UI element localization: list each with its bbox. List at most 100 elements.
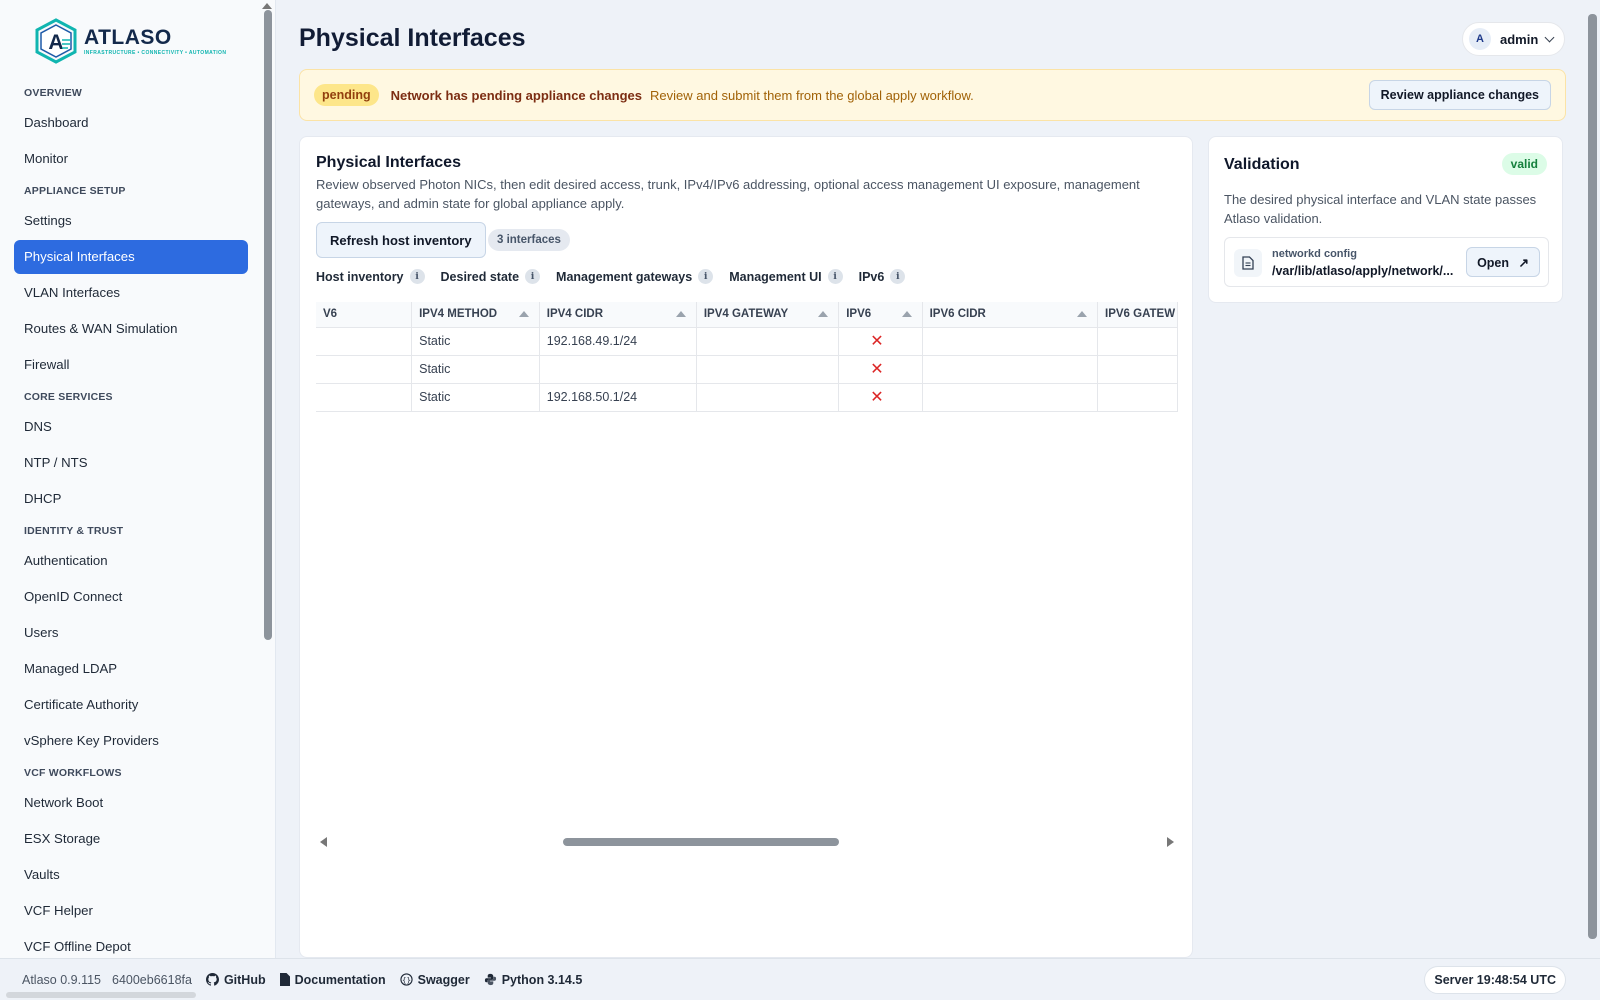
column-header[interactable]: IPV6 CIDR [922, 302, 1099, 328]
table-row[interactable]: Static ✕ [316, 355, 1178, 384]
table-row[interactable]: Static 192.168.50.1/24 ✕ [316, 383, 1178, 412]
sidebar-item-ntp[interactable]: NTP / NTS [14, 446, 248, 480]
scroll-left-arrow-icon[interactable] [320, 837, 327, 847]
swagger-link[interactable]: {} Swagger [399, 973, 470, 987]
table-row[interactable]: Static 192.168.49.1/24 ✕ [316, 327, 1178, 356]
column-header[interactable]: IPV6 [838, 302, 923, 328]
swagger-icon: {} [399, 973, 413, 986]
pending-badge: pending [314, 84, 379, 106]
sidebar-item-settings[interactable]: Settings [14, 204, 248, 238]
sidebar-scroll-up-arrow-icon[interactable] [262, 3, 272, 9]
sidebar-item-dns[interactable]: DNS [14, 410, 248, 444]
info-icon[interactable]: i [890, 269, 906, 284]
pending-changes-banner: pending Network has pending appliance ch… [299, 69, 1566, 121]
sidebar-item-certificate-authority[interactable]: Certificate Authority [14, 688, 248, 722]
column-header-label: IPV4 CIDR [546, 308, 604, 321]
sidebar: A ATLASO INFRASTRUCTURE • CONNECTIVITY •… [0, 0, 276, 958]
sidebar-item-openid-connect[interactable]: OpenID Connect [14, 580, 248, 614]
server-time-badge: Server 19:48:54 UTC [1424, 966, 1566, 994]
sort-up-icon[interactable] [675, 311, 686, 317]
chevron-down-icon [1544, 32, 1555, 42]
info-icon[interactable]: i [409, 269, 425, 284]
sidebar-item-vaults[interactable]: Vaults [14, 858, 248, 892]
documentation-label: Documentation [294, 972, 386, 987]
sidebar-item-dhcp[interactable]: DHCP [14, 482, 248, 516]
column-header-label: IPV4 GATEWAY [703, 308, 789, 321]
column-header[interactable]: IPV4 METHOD [411, 302, 540, 328]
card-description: Review observed Photon NICs, then edit d… [316, 177, 1140, 211]
python-icon [484, 973, 496, 986]
table-cell: 192.168.50.1/24 [539, 383, 697, 412]
info-icon[interactable]: i [827, 269, 843, 284]
python-link[interactable]: Python 3.14.5 [484, 973, 582, 987]
svg-text:{}: {} [402, 975, 411, 984]
column-header[interactable]: V6 [316, 302, 413, 328]
document-icon [279, 973, 290, 986]
sidebar-item-firewall[interactable]: Firewall [14, 348, 248, 382]
scroll-right-arrow-icon[interactable] [1167, 837, 1174, 847]
sidebar-scrollbar[interactable] [264, 10, 272, 640]
nav-section-identity-trust: IDENTITY & TRUST [24, 525, 124, 537]
sidebar-item-vcf-offline-depot[interactable]: VCF Offline Depot [14, 930, 248, 958]
valid-status-badge: valid [1501, 153, 1547, 175]
sidebar-item-physical-interfaces[interactable]: Physical Interfaces [14, 240, 248, 274]
validation-description: The desired physical interface and VLAN … [1224, 192, 1537, 226]
physical-interfaces-card: Physical Interfaces Review observed Phot… [299, 136, 1193, 958]
sidebar-item-users[interactable]: Users [14, 616, 248, 650]
table-cell: Static [411, 355, 540, 384]
sidebar-item-esx-storage[interactable]: ESX Storage [14, 822, 248, 856]
page-scrollbar[interactable] [1588, 14, 1597, 939]
refresh-host-inventory-button[interactable]: Refresh host inventory [316, 222, 486, 258]
legend-label: Desired state [440, 269, 520, 284]
sidebar-nav: OVERVIEW Dashboard Monitor APPLIANCE SET… [14, 78, 248, 958]
app-tagline: INFRASTRUCTURE • CONNECTIVITY • AUTOMATI… [84, 50, 227, 56]
sidebar-item-monitor[interactable]: Monitor [14, 142, 248, 176]
sort-up-icon[interactable] [518, 311, 529, 317]
review-appliance-changes-button[interactable]: Review appliance changes [1368, 80, 1551, 110]
file-path: /var/lib/atlaso/apply/network/... [1272, 264, 1454, 278]
sidebar-item-network-boot[interactable]: Network Boot [14, 786, 248, 820]
sort-up-icon[interactable] [1077, 311, 1087, 317]
sidebar-item-vlan-interfaces[interactable]: VLAN Interfaces [14, 276, 248, 310]
sort-up-icon[interactable] [901, 311, 912, 317]
sidebar-item-vcf-helper[interactable]: VCF Helper [14, 894, 248, 928]
info-icon[interactable]: i [525, 269, 541, 284]
column-header[interactable]: IPV6 GATEW [1097, 302, 1178, 328]
column-header[interactable]: IPV4 CIDR [539, 302, 697, 328]
user-menu-button[interactable]: A admin [1462, 22, 1565, 56]
open-config-button[interactable]: Open ↗ [1466, 247, 1540, 277]
nav-section-core-services: CORE SERVICES [24, 391, 113, 403]
sidebar-item-routes-wan[interactable]: Routes & WAN Simulation [14, 312, 248, 346]
validation-title: Validation [1224, 156, 1300, 173]
table-cell [539, 355, 697, 384]
sidebar-item-managed-ldap[interactable]: Managed LDAP [14, 652, 248, 686]
sidebar-item-authentication[interactable]: Authentication [14, 544, 248, 578]
github-label: GitHub [223, 972, 266, 987]
scrollbar-thumb[interactable] [563, 838, 839, 846]
table-cell [922, 383, 1099, 412]
table-horizontal-scrollbar[interactable] [316, 835, 1178, 849]
app-name: ATLASO [84, 26, 172, 49]
documentation-link[interactable]: Documentation [279, 972, 386, 987]
interfaces-table: V6 IPV4 METHOD IPV4 CIDR IPV4 GATEWAY IP… [316, 302, 1178, 412]
column-header-label: IPV6 GATEW [1105, 308, 1176, 321]
table-cell [1097, 327, 1178, 356]
sort-up-icon[interactable] [818, 311, 829, 317]
nav-section-overview: OVERVIEW [24, 87, 83, 99]
column-header-label: V6 [323, 308, 338, 321]
github-link[interactable]: GitHub [205, 972, 266, 987]
legend-label: Host inventory [316, 269, 404, 284]
info-icon[interactable]: i [698, 269, 714, 284]
ipv6-disabled-x-icon: ✕ [870, 333, 884, 350]
table-cell: ✕ [838, 383, 923, 412]
table-cell [696, 355, 840, 384]
column-header[interactable]: IPV4 GATEWAY [696, 302, 840, 328]
footer-scrollbar[interactable] [6, 992, 196, 998]
table-cell [316, 327, 413, 356]
app-version: Atlaso 0.9.115 [22, 972, 101, 987]
nav-section-appliance-setup: APPLIANCE SETUP [24, 185, 126, 197]
app-logo[interactable]: A ATLASO INFRASTRUCTURE • CONNECTIVITY •… [34, 18, 226, 64]
card-title: Physical Interfaces [316, 154, 461, 171]
sidebar-item-dashboard[interactable]: Dashboard [14, 106, 248, 140]
sidebar-item-vsphere-key-providers[interactable]: vSphere Key Providers [14, 724, 248, 758]
